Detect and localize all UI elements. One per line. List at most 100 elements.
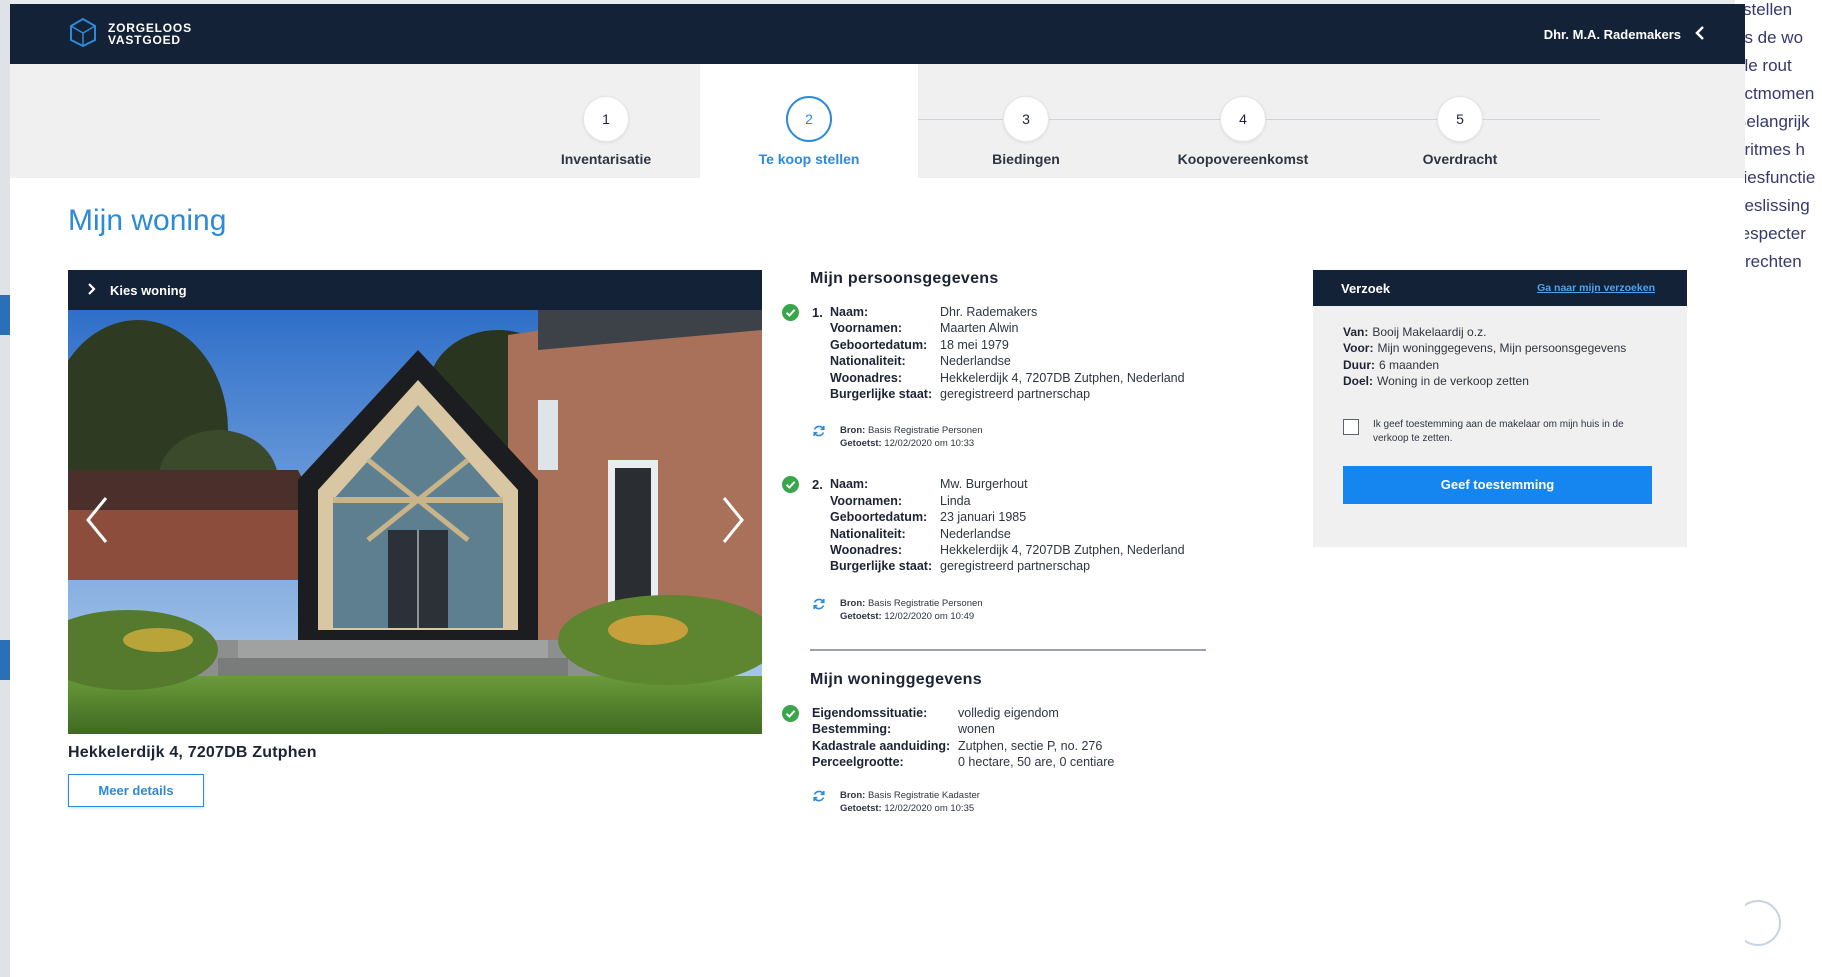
field-row: Bestemming: wonen (812, 721, 1260, 737)
brand-logo[interactable]: ZORGELOOS VASTGOED (68, 17, 192, 52)
next-photo-button[interactable] (712, 490, 752, 550)
background-text: actmomen (1735, 84, 1815, 103)
sync-icon (812, 597, 826, 611)
step-overdracht[interactable]: 5 Overdracht (1351, 64, 1569, 178)
step-label: Inventarisatie (560, 151, 652, 167)
field-label: Kadastrale aanduiding: (812, 738, 951, 753)
source-label: Bron: (840, 597, 866, 609)
step-number: 1 (583, 96, 629, 142)
field-row: Doel: Woning in de verkoop zetten (1343, 373, 1657, 389)
field-value: geregistreerd partnerschap (940, 559, 1091, 574)
data-source: Bron: Basis Registratie Kadaster Getoets… (812, 789, 1260, 815)
background-window-edge (0, 0, 10, 977)
field-label: Bestemming: (812, 722, 892, 737)
field-label: Van: (1343, 325, 1369, 339)
check-circle-icon (782, 476, 799, 494)
choose-house-bar[interactable]: Kies woning (68, 270, 762, 310)
background-text: stellen (1743, 0, 1793, 19)
field-value: geregistreerd partnerschap (940, 387, 1091, 402)
chevron-left-icon[interactable] (1695, 25, 1705, 43)
field-label: Burgerlijke staat: (830, 559, 933, 574)
house-card: Kies woning Hekkelerdijk 4, 7207DB Zutph… (68, 270, 762, 807)
person-index: 2. (812, 477, 823, 493)
background-text: Belangrijk (1735, 112, 1810, 131)
choose-house-label: Kies woning (110, 282, 187, 298)
field-row: Nationaliteit: Nederlandse (830, 353, 1260, 369)
checked-line: Getoetst: 12/02/2020 om 10:33 (840, 437, 1260, 450)
step-inventarisatie[interactable]: 1 Inventarisatie (497, 64, 715, 178)
field-label: Doel: (1343, 374, 1373, 389)
field-row: Kadastrale aanduiding: Zutphen, sectie P,… (812, 738, 1260, 754)
background-text: rechten (1745, 252, 1802, 271)
field-value: Linda (940, 493, 971, 508)
field-label: Nationaliteit: (830, 526, 906, 541)
consent-checkbox[interactable] (1343, 418, 1359, 435)
field-label: Naam: (830, 477, 869, 492)
brand-line2: VASTGOED (108, 33, 181, 47)
step-te-koop-stellen[interactable]: 2 Te koop stellen (700, 64, 918, 178)
person-fields: Naam: Mw. Burgerhout Voornamen: Linda Gebo… (812, 476, 1260, 574)
chevron-right-icon (88, 282, 96, 298)
field-row: Burgerlijke staat: geregistreerd partners… (830, 558, 1260, 574)
request-title: Verzoek (1341, 280, 1391, 296)
field-label: Woonadres: (830, 543, 902, 558)
data-overview: Mijn persoonsgegevens 1. Naam: Dhr. Radem… (782, 270, 1260, 815)
checked-value: 12/02/2020 om 10:49 (884, 610, 975, 622)
person-index: 1. (812, 305, 823, 320)
step-biedingen[interactable]: 3 Biedingen (917, 64, 1135, 178)
background-text: beslissing (1735, 196, 1810, 215)
field-label: Eigendomssituatie: (812, 705, 928, 720)
property-entry: Eigendomssituatie: volledig eigendom Best… (782, 704, 1260, 771)
field-label: Geboortedatum: (830, 510, 928, 525)
field-row: Naam: Dhr. Rademakers (830, 304, 1260, 320)
checked-line: Getoetst: 12/02/2020 om 10:49 (840, 610, 1260, 623)
field-value: 23 januari 1985 (940, 510, 1027, 525)
checked-label: Getoetst: (840, 438, 882, 450)
house-outline-icon (68, 17, 98, 52)
source-label: Bron: (840, 789, 866, 801)
house-address: Hekkelerdijk 4, 7207DB Zutphen (68, 744, 317, 761)
checked-value: 12/02/2020 om 10:33 (884, 438, 975, 450)
field-row: Burgerlijke staat: geregistreerd partners… (830, 386, 1260, 402)
field-row: Voornamen: Linda (830, 493, 1260, 509)
field-value: Mijn woninggegevens, Mijn persoonsgegeve… (1377, 341, 1627, 356)
field-value: wonen (958, 722, 995, 737)
background-document: stellen ns de wo ale rout actmomen Belan… (1735, 0, 1822, 977)
step-koopovereenkomst[interactable]: 4 Koopovereenkomst (1134, 64, 1352, 178)
personal-data-title: Mijn persoonsgegevens (810, 270, 999, 287)
more-details-button[interactable]: Meer details (68, 774, 204, 807)
previous-photo-button[interactable] (78, 490, 118, 550)
request-panel: Verzoek Ga naar mijn verzoeken Van: Booij… (1313, 270, 1687, 547)
request-body: Van: Booij Makelaardij o.z. Voor: Mijn won… (1313, 306, 1687, 504)
field-value: Mw. Burgerhout (940, 477, 1028, 492)
field-value: 18 mei 1979 (940, 337, 1009, 352)
background-text: oritmes h (1735, 140, 1805, 159)
checked-value: 12/02/2020 om 10:35 (884, 802, 975, 814)
give-consent-button[interactable]: Geef toestemming (1343, 465, 1652, 504)
field-value: 0 hectare, 50 are, 0 centiare (958, 755, 1115, 770)
field-row: Perceelgrootte: 0 hectare, 50 are, 0 cent… (812, 754, 1260, 770)
field-label: Duur: (1343, 357, 1375, 372)
sync-icon (812, 789, 826, 803)
my-requests-link[interactable]: Ga naar mijn verzoeken (1537, 282, 1655, 294)
field-value: Booij Makelaardij o.z. (1372, 325, 1487, 339)
checked-label: Getoetst: (840, 610, 882, 622)
field-row: Nationaliteit: Nederlandse (830, 526, 1260, 542)
request-header: Verzoek Ga naar mijn verzoeken (1313, 270, 1687, 306)
consent-text: Ik geef toestemming aan de makelaar om m… (1373, 418, 1624, 444)
field-value: Nederlandse (940, 526, 1011, 541)
progress-stepper: 1 Inventarisatie 2 Te koop stellen 3 Bie… (10, 64, 1745, 178)
field-label: Burgerlijke staat: (830, 387, 933, 402)
field-label: Geboortedatum: (830, 337, 928, 352)
top-navigation-bar: ZORGELOOS VASTGOED Dhr. M.A. Rademakers (10, 4, 1745, 64)
field-value: Dhr. Rademakers (940, 305, 1038, 319)
background-text: viesfunctie (1735, 168, 1816, 187)
user-menu[interactable]: Dhr. M.A. Rademakers (1544, 25, 1705, 43)
checked-label: Getoetst: (840, 802, 882, 814)
field-label: Voornamen: (830, 493, 902, 508)
field-value: volledig eigendom (958, 705, 1059, 720)
field-row: Eigendomssituatie: volledig eigendom (812, 705, 1260, 721)
field-label: Nationaliteit: (830, 354, 906, 369)
field-row: Voor: Mijn woninggegevens, Mijn persoonsg… (1343, 340, 1657, 356)
sync-icon (812, 424, 826, 438)
